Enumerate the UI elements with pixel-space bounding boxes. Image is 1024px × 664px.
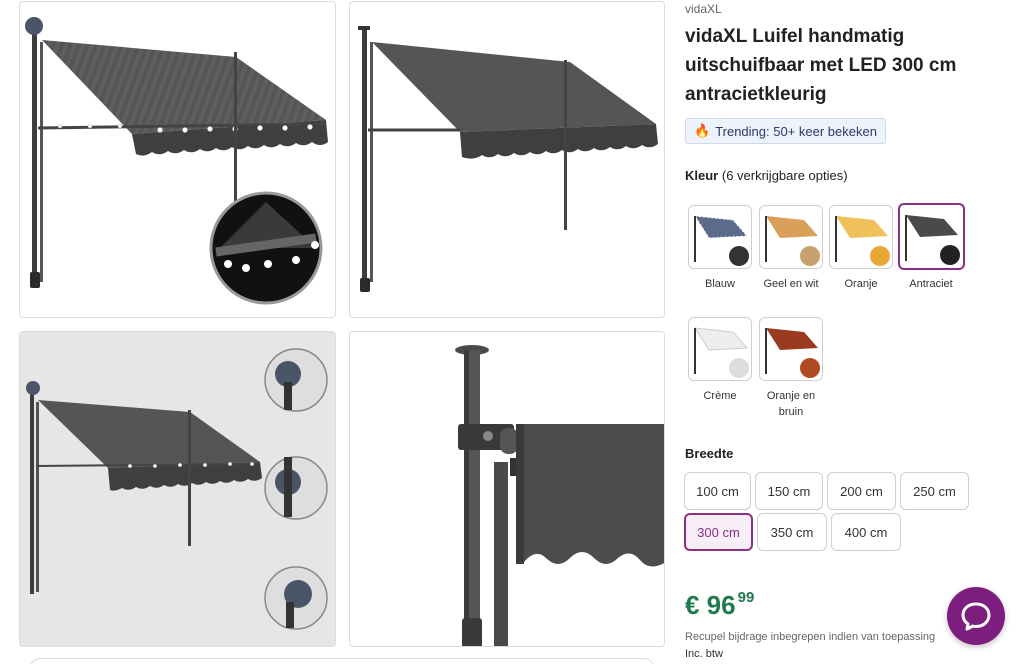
color-swatch-antraciet[interactable] xyxy=(898,203,965,270)
color-label-creme: Crème xyxy=(703,390,737,402)
price-main: € 96 xyxy=(685,590,736,620)
gallery-image-1[interactable] xyxy=(19,1,336,318)
width-heading: Breedte xyxy=(685,446,734,461)
product-price: € 96 99 xyxy=(685,589,755,621)
gallery-image-2[interactable] xyxy=(349,1,665,318)
product-gallery xyxy=(0,0,676,664)
gallery-image-4[interactable] xyxy=(349,331,665,647)
trending-text: Trending: 50+ keer bekeken xyxy=(715,123,877,139)
color-swatch-oranje[interactable] xyxy=(829,205,893,269)
width-option-300[interactable]: 300 cm xyxy=(684,513,753,551)
flame-icon: 🔥 xyxy=(694,123,711,138)
color-swatch-blauw[interactable] xyxy=(688,205,752,269)
width-option-200[interactable]: 200 cm xyxy=(827,472,896,510)
width-option-100[interactable]: 100 cm xyxy=(684,472,751,510)
color-label-blauw: Blauw xyxy=(705,278,735,290)
width-option-400[interactable]: 400 cm xyxy=(831,513,901,551)
color-label-antraciet: Antraciet xyxy=(909,278,953,290)
color-swatch-oranje-en-bruin[interactable] xyxy=(759,317,823,381)
width-option-150[interactable]: 150 cm xyxy=(755,472,823,510)
chat-button[interactable] xyxy=(947,587,1005,645)
color-count: (6 verkrijgbare opties) xyxy=(721,168,848,183)
color-label-oranje: Oranje xyxy=(844,278,878,290)
color-label-oranje-en-bruin: Oranje en bruin xyxy=(766,390,816,418)
gallery-next-row xyxy=(30,658,654,664)
color-swatch-creme[interactable] xyxy=(688,317,752,381)
trending-badge: 🔥 Trending: 50+ keer bekeken xyxy=(685,118,886,144)
vat-note: Inc. btw xyxy=(685,648,723,660)
product-title: vidaXL Luifel handmatig uitschuifbaar me… xyxy=(685,26,957,105)
color-label: Kleur xyxy=(685,168,719,183)
color-heading: Kleur (6 verkrijgbare opties) xyxy=(685,168,848,183)
chat-bubble-icon xyxy=(961,602,991,631)
width-option-350[interactable]: 350 cm xyxy=(757,513,827,551)
color-label-geel-en-wit: Geel en wit xyxy=(763,278,819,290)
width-option-250[interactable]: 250 cm xyxy=(900,472,969,510)
color-swatch-geel-en-wit[interactable] xyxy=(759,205,823,269)
recupel-note: Recupel bijdrage inbegrepen indien van t… xyxy=(685,631,936,643)
price-cents: 99 xyxy=(737,589,755,606)
gallery-image-3[interactable] xyxy=(19,331,336,647)
product-brand[interactable]: vidaXL xyxy=(685,2,722,16)
